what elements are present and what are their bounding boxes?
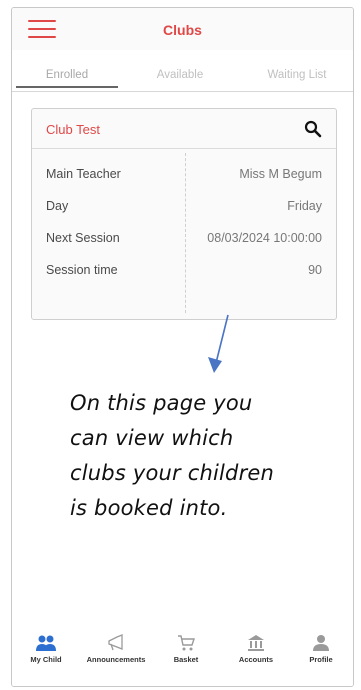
- detail-value: Miss M Begum: [239, 167, 322, 181]
- club-name: Club Test: [46, 122, 100, 137]
- cart-icon: [178, 635, 195, 651]
- app-screen: Clubs Enrolled Available Waiting List Cl…: [11, 7, 354, 687]
- nav-label: Basket: [173, 655, 199, 664]
- tab-bar: Enrolled Available Waiting List: [12, 66, 353, 92]
- detail-value: Friday: [287, 199, 322, 213]
- bank-icon: [248, 635, 264, 651]
- nav-accounts[interactable]: Accounts: [222, 634, 290, 664]
- megaphone-icon: [108, 634, 123, 651]
- tab-label: Available: [156, 69, 204, 81]
- active-tab-indicator: [16, 86, 118, 88]
- annotation-note: On this page you can view which clubs yo…: [70, 386, 350, 526]
- person-icon: [313, 635, 329, 651]
- detail-row-main-teacher: Main Teacher Miss M Begum: [46, 167, 322, 187]
- detail-value: 08/03/2024 10:00:00: [207, 231, 322, 245]
- nav-profile[interactable]: Profile: [287, 634, 353, 664]
- detail-value: 90: [308, 263, 322, 277]
- app-header: Clubs: [12, 8, 353, 50]
- detail-label: Day: [46, 199, 69, 213]
- search-icon[interactable]: [304, 120, 322, 138]
- tab-label: Waiting List: [267, 69, 327, 81]
- note-line: clubs your children: [70, 461, 275, 485]
- detail-label: Main Teacher: [46, 167, 121, 181]
- nav-label: My Child: [30, 655, 62, 664]
- annotation-arrow-icon: [208, 314, 229, 373]
- nav-label: Profile: [309, 655, 333, 664]
- nav-label: Accounts: [238, 655, 274, 664]
- people-icon: [36, 635, 56, 651]
- page-title: Clubs: [163, 22, 202, 38]
- detail-label: Session time: [46, 263, 118, 277]
- club-card[interactable]: Club Test Main Teacher Miss M Begum Day …: [31, 108, 337, 320]
- nav-announcements[interactable]: Announcements: [82, 634, 150, 664]
- detail-row-next-session: Next Session 08/03/2024 10:00:00: [46, 231, 322, 251]
- nav-my-child[interactable]: My Child: [12, 634, 80, 664]
- detail-row-session-time: Session time 90: [46, 263, 322, 283]
- tab-waiting-list[interactable]: Waiting List: [242, 69, 352, 81]
- club-card-header: Club Test: [32, 109, 336, 149]
- note-line: can view which: [70, 426, 234, 450]
- tab-enrolled[interactable]: Enrolled: [16, 69, 118, 88]
- note-line: is booked into.: [70, 496, 228, 520]
- nav-label: Announcements: [86, 655, 146, 664]
- bottom-navigation: My Child Announcements Basket Accounts P…: [12, 628, 353, 686]
- note-line: On this page you: [70, 391, 253, 415]
- detail-row-day: Day Friday: [46, 199, 322, 219]
- tab-label: Enrolled: [45, 69, 89, 81]
- nav-basket[interactable]: Basket: [152, 634, 220, 664]
- tab-available[interactable]: Available: [130, 69, 230, 81]
- detail-label: Next Session: [46, 231, 120, 245]
